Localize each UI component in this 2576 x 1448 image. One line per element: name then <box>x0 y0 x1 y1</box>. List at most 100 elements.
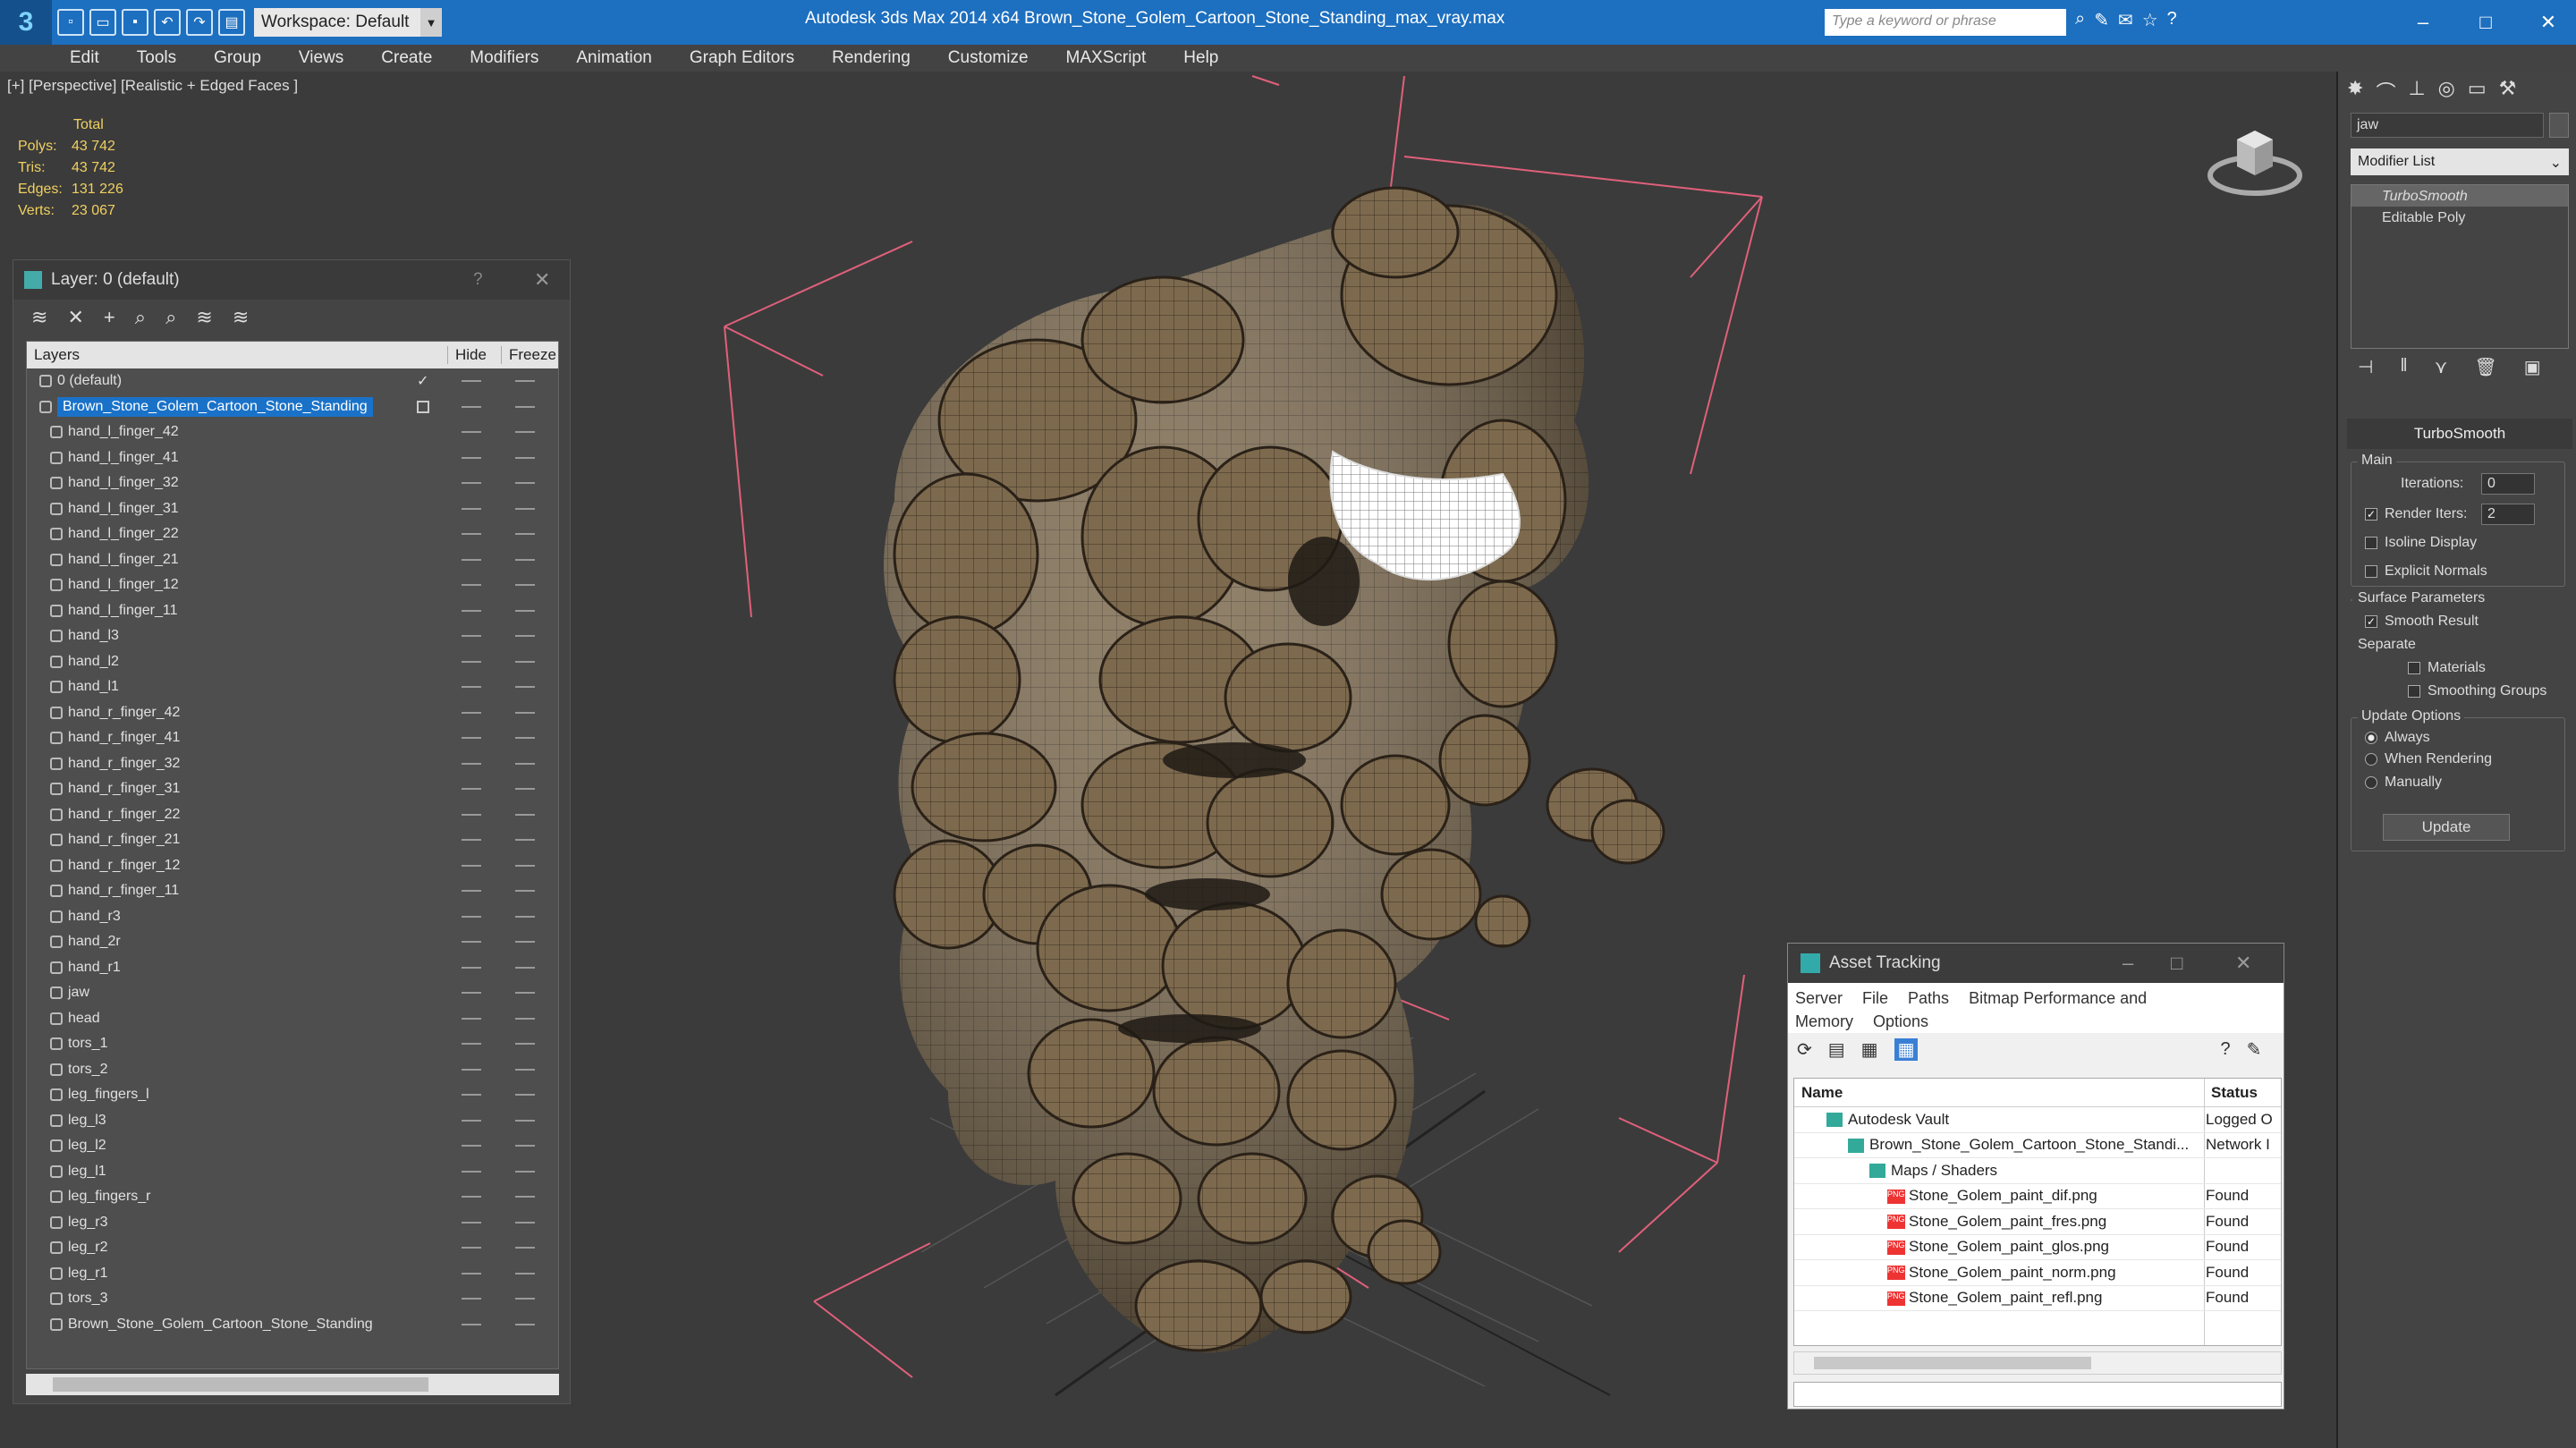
hide-toggle[interactable] <box>462 533 481 536</box>
asset-row[interactable]: Autodesk Vault Logged O <box>1794 1107 2281 1133</box>
column-status[interactable]: Status <box>2204 1084 2258 1102</box>
close-button[interactable]: ✕ <box>2526 7 2571 38</box>
layer-row[interactable]: hand_r3 <box>27 904 558 930</box>
hide-toggle[interactable] <box>462 966 481 969</box>
freeze-toggle[interactable] <box>515 1145 535 1147</box>
layer-row[interactable]: tors_2 <box>27 1057 558 1083</box>
hide-toggle[interactable] <box>462 609 481 612</box>
freeze-toggle[interactable] <box>515 635 535 638</box>
hide-toggle[interactable] <box>462 890 481 893</box>
hide-all-icon[interactable]: ≋ <box>196 306 212 329</box>
manually-radio[interactable]: Manually <box>2365 775 2442 791</box>
freeze-toggle[interactable] <box>515 533 535 536</box>
asset-menu-file[interactable]: File <box>1862 989 1888 1007</box>
asset-row[interactable]: Brown_Stone_Golem_Cartoon_Stone_Standi..… <box>1794 1133 2281 1158</box>
layer-row[interactable]: hand_r_finger_22 <box>27 802 558 828</box>
smooth-result-checkbox[interactable]: ✓ Smooth Result <box>2365 614 2479 630</box>
freeze-toggle[interactable] <box>515 1196 535 1198</box>
freeze-toggle[interactable] <box>515 864 535 867</box>
layer-row[interactable]: hand_l_finger_32 <box>27 470 558 496</box>
asset-menu-bitmap-performance-and-memory[interactable]: Bitmap Performance and Memory <box>1795 989 2147 1030</box>
freeze-toggle[interactable] <box>515 1043 535 1046</box>
layer-row[interactable]: hand_l3 <box>27 623 558 649</box>
asset-row[interactable]: PNG Stone_Golem_paint_norm.png Found <box>1794 1260 2281 1286</box>
freeze-toggle[interactable] <box>515 660 535 663</box>
minimize-button[interactable]: – <box>2401 7 2445 38</box>
layer-row[interactable]: leg_l2 <box>27 1133 558 1159</box>
column-name[interactable]: Name <box>1794 1084 2204 1102</box>
pin-stack-icon[interactable]: ⊣ <box>2358 356 2373 383</box>
freeze-toggle[interactable] <box>515 839 535 842</box>
workspace-dropdown[interactable]: Workspace: Default ▼ <box>254 8 442 37</box>
freeze-toggle[interactable] <box>515 890 535 893</box>
layer-row[interactable]: hand_l_finger_31 <box>27 496 558 522</box>
layer-row[interactable]: leg_fingers_l <box>27 1082 558 1108</box>
freeze-toggle[interactable] <box>515 507 535 510</box>
freeze-toggle[interactable] <box>515 1221 535 1224</box>
menu-tools[interactable]: Tools <box>137 48 176 68</box>
asset-menu-server[interactable]: Server <box>1795 989 1843 1007</box>
layer-row[interactable]: hand_r_finger_42 <box>27 700 558 726</box>
smoothing-groups-checkbox[interactable]: Smoothing Groups <box>2408 683 2546 699</box>
motion-tab-icon[interactable]: ◎ <box>2438 77 2455 106</box>
freeze-toggle[interactable] <box>515 1017 535 1020</box>
maximize-button[interactable]: □ <box>2463 7 2508 38</box>
redo-icon[interactable]: ↷ <box>186 9 213 36</box>
asset-row[interactable]: PNG Stone_Golem_paint_glos.png Found <box>1794 1235 2281 1260</box>
hide-toggle[interactable] <box>462 711 481 714</box>
layer-row[interactable]: leg_r1 <box>27 1261 558 1287</box>
hide-toggle[interactable] <box>462 1017 481 1020</box>
hide-toggle[interactable] <box>462 1247 481 1249</box>
display-tab-icon[interactable]: ▭ <box>2468 77 2487 106</box>
freeze-toggle[interactable] <box>515 762 535 765</box>
freeze-toggle[interactable] <box>515 1247 535 1249</box>
hide-toggle[interactable] <box>462 1196 481 1198</box>
layers-icon[interactable]: ≋ <box>31 306 47 329</box>
menu-maxscript[interactable]: MAXScript <box>1066 48 1147 68</box>
hide-toggle[interactable] <box>462 1119 481 1122</box>
delete-layer-icon[interactable]: ✕ <box>67 306 83 329</box>
highlight-icon[interactable]: ✎ <box>2247 1038 2262 1061</box>
thumbnail-view-icon[interactable]: ▦ <box>1861 1038 1878 1061</box>
column-hide[interactable]: Hide <box>447 346 501 364</box>
hide-toggle[interactable] <box>462 686 481 689</box>
object-name-field[interactable]: jaw <box>2351 113 2544 138</box>
menu-rendering[interactable]: Rendering <box>832 48 911 68</box>
freeze-toggle[interactable] <box>515 405 535 408</box>
menu-graph-editors[interactable]: Graph Editors <box>690 48 794 68</box>
freeze-toggle[interactable] <box>515 711 535 714</box>
close-button[interactable]: ✕ <box>2235 952 2251 975</box>
highlight-layer-icon[interactable]: ⌕ <box>165 306 176 329</box>
asset-row[interactable]: Maps / Shaders <box>1794 1158 2281 1184</box>
layer-row[interactable]: Brown_Stone_Golem_Cartoon_Stone_Standing <box>27 394 558 420</box>
layer-row[interactable]: Brown_Stone_Golem_Cartoon_Stone_Standing <box>27 1312 558 1338</box>
freeze-toggle[interactable] <box>515 966 535 969</box>
save-icon[interactable]: ▪ <box>122 9 148 36</box>
hide-toggle[interactable] <box>462 839 481 842</box>
menu-customize[interactable]: Customize <box>948 48 1029 68</box>
hierarchy-tab-icon[interactable]: ⊥ <box>2408 77 2425 106</box>
freeze-toggle[interactable] <box>515 456 535 459</box>
current-layer-check-icon[interactable]: ✓ <box>417 372 428 390</box>
hide-toggle[interactable] <box>462 737 481 740</box>
when-rendering-radio[interactable]: When Rendering <box>2365 751 2492 767</box>
create-tab-icon[interactable]: ✸ <box>2347 77 2363 106</box>
asset-row[interactable]: PNG Stone_Golem_paint_dif.png Found <box>1794 1184 2281 1209</box>
layer-row[interactable]: hand_l1 <box>27 674 558 700</box>
remove-modifier-icon[interactable]: 🗑 <box>2474 356 2496 383</box>
hide-toggle[interactable] <box>462 813 481 816</box>
layer-row[interactable]: hand_l_finger_22 <box>27 521 558 547</box>
freeze-toggle[interactable] <box>515 1094 535 1097</box>
hide-toggle[interactable] <box>462 1298 481 1300</box>
hide-toggle[interactable] <box>462 660 481 663</box>
utilities-tab-icon[interactable]: ⚒ <box>2499 77 2517 106</box>
freeze-toggle[interactable] <box>515 915 535 918</box>
select-objects-icon[interactable]: ⌕ <box>135 306 146 329</box>
materials-checkbox[interactable]: Materials <box>2408 660 2486 676</box>
menu-views[interactable]: Views <box>299 48 343 68</box>
layer-row[interactable]: hand_r_finger_11 <box>27 878 558 904</box>
layer-row[interactable]: leg_l1 <box>27 1159 558 1185</box>
stack-item-editable-poly[interactable]: Editable Poly <box>2351 207 2568 228</box>
layer-row[interactable]: tors_3 <box>27 1286 558 1312</box>
iterations-spinner[interactable]: 0 <box>2481 473 2535 495</box>
